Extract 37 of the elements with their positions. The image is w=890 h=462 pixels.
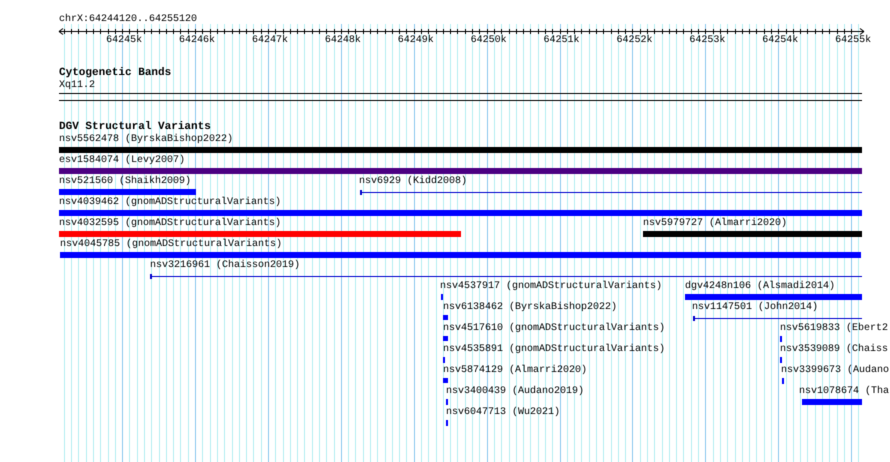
tick-label: 64255k [835,35,872,47]
variant-label: nsv3216961 (Chaisson2019) [150,260,300,272]
track-title: DGV Structural Variants [59,121,211,133]
position-label: chrX:64244120..64255120 [59,14,198,26]
variant-label: nsv6047713 (Wu2021) [446,407,560,419]
tick-label: 64245k [106,35,142,47]
variant-label: nsv3539089 (Chaiss [780,344,888,356]
variant-label: nsv5979727 (Almarri2020) [643,218,788,230]
variant-label: esv1584074 (Levy2007) [59,155,186,167]
variant-label: nsv1078674 (Tha [799,386,890,398]
tick-label: 64246k [179,35,216,47]
tick-label: 64251k [544,35,580,47]
variant-label: nsv1147501 (John2014) [692,302,818,314]
variant-label: nsv3399673 (Audano [781,365,890,377]
variant-label: dgv4248n106 (Alsmadi2014) [685,281,836,293]
variant-label: nsv6138462 (ByrskaBishop2022) [443,302,618,314]
track-title: Cytogenetic Bands [59,67,172,79]
variant-label: nsv3400439 (Audano2019) [446,386,584,398]
variant-label: nsv4537917 (gnomADStructuralVariants) [440,281,662,293]
variant-label: nsv5874129 (Almarri2020) [443,365,588,377]
variant-label: nsv4517610 (gnomADStructuralVariants) [443,323,666,335]
variant-label: nsv521560 (Shaikh2009) [59,176,192,188]
variant-label: nsv4535891 (gnomADStructuralVariants) [443,344,666,356]
tick-label: 64249k [398,35,434,47]
variant-label: nsv4032595 (gnomADStructuralVariants) [59,218,282,230]
variant-label: nsv6929 (Kidd2008) [359,176,468,188]
tick-label: 64254k [762,35,798,47]
tick-label: 64247k [252,35,288,47]
variant-label: nsv5619833 (Ebert2 [780,323,888,335]
tick-label: 64252k [616,35,652,47]
tick-label: 64248k [324,35,361,47]
variant-label: nsv5562478 (ByrskaBishop2022) [59,134,234,146]
tick-label: 64253k [689,35,726,47]
band-label: Xq11.2 [59,80,96,92]
tick-label: 64250k [470,35,507,47]
variant-label: nsv4045785 (gnomADStructuralVariants) [60,239,282,251]
variant-label: nsv4039462 (gnomADStructuralVariants) [59,197,282,209]
